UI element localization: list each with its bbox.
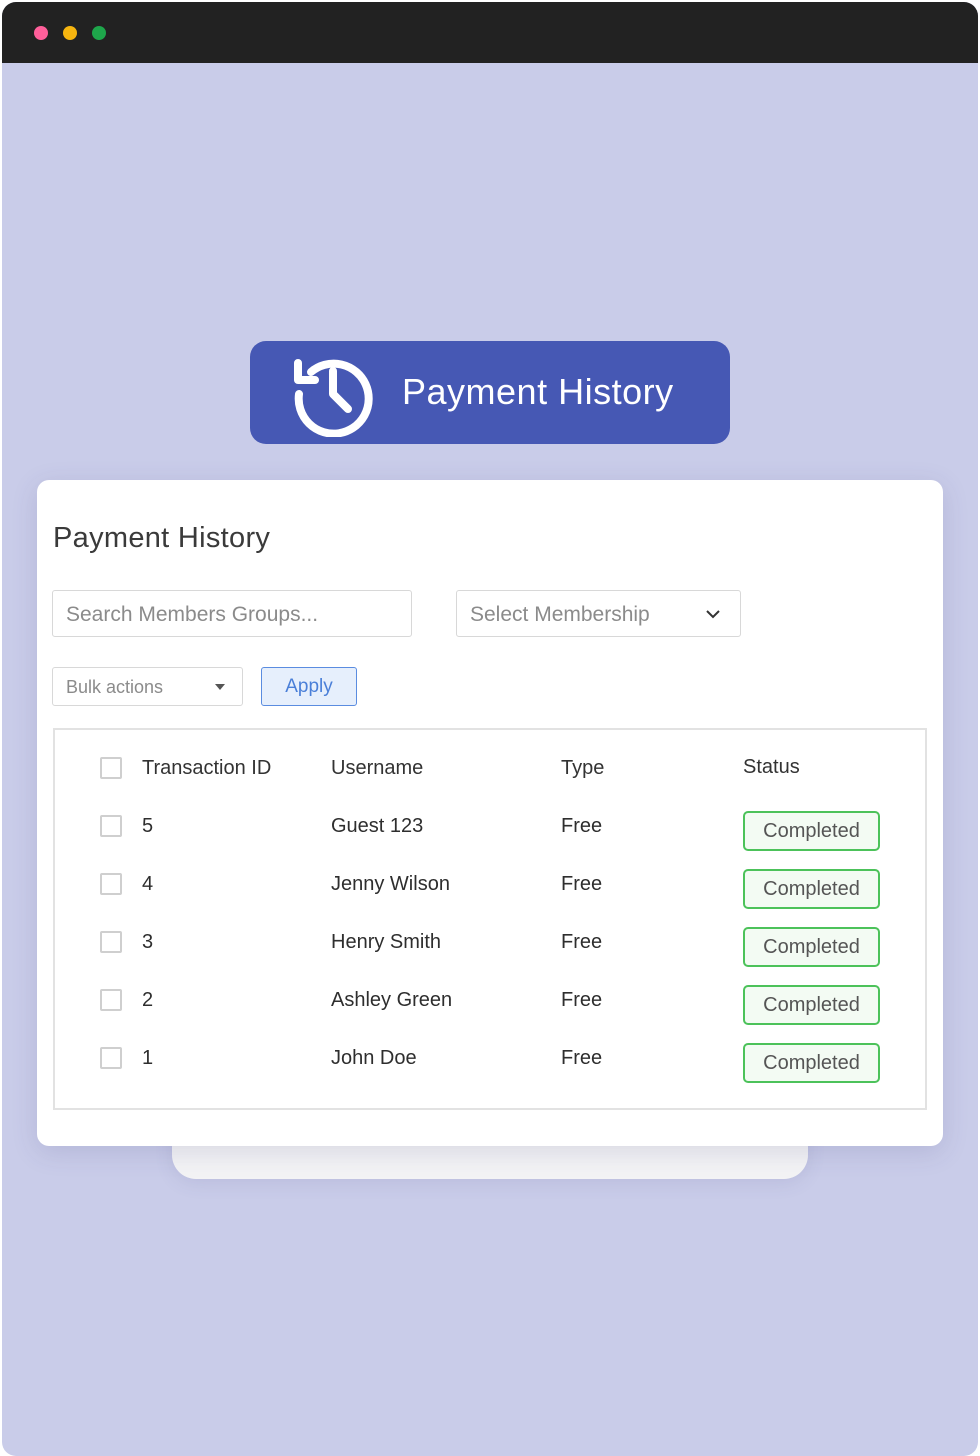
username: Ashley Green xyxy=(331,989,453,1011)
apply-button[interactable]: Apply xyxy=(261,667,357,706)
membership-select-value: Select Membership xyxy=(470,603,650,626)
column-header-username: Username xyxy=(331,757,424,779)
column-header-type: Type xyxy=(561,757,605,779)
payment-history-banner: Payment History xyxy=(250,341,730,444)
search-placeholder: Search Members Groups... xyxy=(66,603,319,626)
table-header: Transaction ID Username Type Status xyxy=(55,748,925,788)
caret-down-icon xyxy=(215,684,225,690)
row-checkbox[interactable] xyxy=(100,815,122,837)
transaction-id: 3 xyxy=(142,931,154,953)
close-window-dot[interactable] xyxy=(34,26,48,40)
transaction-id: 4 xyxy=(142,873,154,895)
username: Guest 123 xyxy=(331,815,424,837)
membership-type: Free xyxy=(561,873,603,895)
status-badge: Completed xyxy=(743,985,880,1025)
table-row: 3 Henry Smith Free Completed xyxy=(55,922,925,967)
membership-type: Free xyxy=(561,815,603,837)
page-title: Payment History xyxy=(53,522,271,554)
transaction-id: 1 xyxy=(142,1047,154,1069)
transaction-id: 5 xyxy=(142,815,154,837)
row-checkbox[interactable] xyxy=(100,873,122,895)
username: Jenny Wilson xyxy=(331,873,450,895)
status-badge: Completed xyxy=(743,1043,880,1083)
table-row: 2 Ashley Green Free Completed xyxy=(55,980,925,1025)
window-titlebar xyxy=(2,2,978,63)
bulk-actions-value: Bulk actions xyxy=(66,677,164,697)
username: John Doe xyxy=(331,1047,417,1069)
column-header-status: Status xyxy=(743,756,800,778)
membership-type: Free xyxy=(561,989,603,1011)
bulk-actions-select[interactable]: Bulk actions xyxy=(52,667,243,706)
table-row: 5 Guest 123 Free Completed xyxy=(55,806,925,851)
table-row: 4 Jenny Wilson Free Completed xyxy=(55,864,925,909)
transactions-table: Transaction ID Username Type Status 5 Gu… xyxy=(53,728,927,1110)
browser-window: Payment History Payment History Search M… xyxy=(2,2,978,1456)
banner-title: Payment History xyxy=(402,371,674,412)
maximize-window-dot[interactable] xyxy=(92,26,106,40)
membership-select[interactable]: Select Membership xyxy=(456,590,741,637)
row-checkbox[interactable] xyxy=(100,1047,122,1069)
row-checkbox[interactable] xyxy=(100,989,122,1011)
membership-type: Free xyxy=(561,931,603,953)
row-checkbox[interactable] xyxy=(100,931,122,953)
search-input[interactable]: Search Members Groups... xyxy=(52,590,412,637)
status-badge: Completed xyxy=(743,927,880,967)
username: Henry Smith xyxy=(331,931,442,953)
table-row: 1 John Doe Free Completed xyxy=(55,1038,925,1083)
membership-type: Free xyxy=(561,1047,603,1069)
status-badge: Completed xyxy=(743,869,880,909)
history-icon xyxy=(294,359,373,437)
chevron-down-icon xyxy=(706,610,720,619)
payment-history-card: Payment History Search Members Groups...… xyxy=(37,480,943,1146)
minimize-window-dot[interactable] xyxy=(63,26,77,40)
column-header-transaction-id: Transaction ID xyxy=(142,757,272,779)
status-badge: Completed xyxy=(743,811,880,851)
select-all-checkbox[interactable] xyxy=(100,757,122,779)
transaction-id: 2 xyxy=(142,989,154,1011)
